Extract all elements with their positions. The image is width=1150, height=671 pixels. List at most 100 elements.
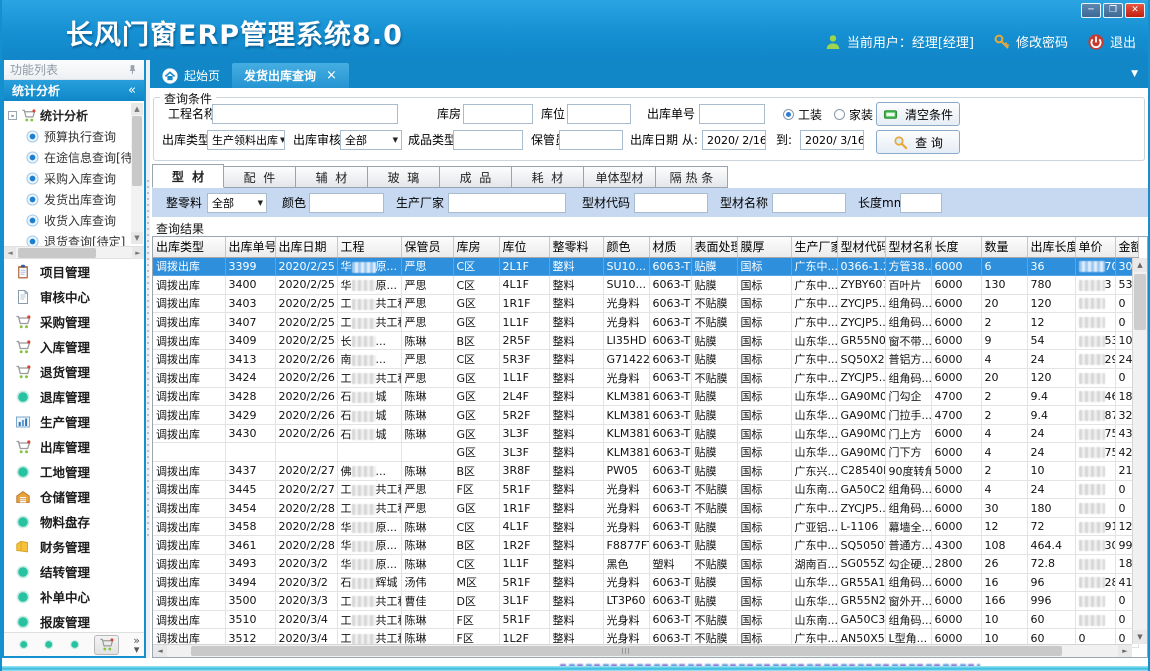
column-header[interactable]: 生产厂家 bbox=[791, 237, 837, 257]
table-row[interactable]: 调拨出库34282020/2/26石城陈琳G区2L4F整料KLM38176063… bbox=[153, 387, 1138, 406]
table-row[interactable]: 调拨出库34582020/2/28华原...陈琳C区4L1F整料光身料6063-… bbox=[153, 517, 1138, 536]
table-horizontal-scrollbar[interactable]: ◄ ► bbox=[153, 644, 1132, 657]
column-header[interactable]: 表面处理 bbox=[691, 237, 737, 257]
sidebar-item-财务管理[interactable]: 财务管理 bbox=[4, 534, 144, 559]
column-header[interactable]: 工程 bbox=[337, 237, 401, 257]
clear-conditions-button[interactable]: 清空条件 bbox=[876, 102, 960, 126]
tree-item[interactable]: 采购入库查询 bbox=[6, 168, 130, 189]
project-name-input[interactable] bbox=[212, 104, 398, 124]
material-tab[interactable]: 配 件 bbox=[224, 166, 296, 188]
profile-code-input[interactable] bbox=[634, 193, 708, 213]
more-buttons-chevron[interactable]: »▾ bbox=[133, 636, 140, 654]
column-header[interactable]: 长度 bbox=[931, 237, 981, 257]
sidebar-item-结转管理[interactable]: 结转管理 bbox=[4, 559, 144, 584]
material-tab[interactable]: 辅 材 bbox=[296, 166, 368, 188]
scroll-left-icon[interactable]: ◄ bbox=[153, 645, 167, 657]
scroll-up-icon[interactable]: ▲ bbox=[131, 103, 143, 115]
sidebar-item-采购管理[interactable]: 采购管理 bbox=[4, 309, 144, 334]
tree-horizontal-scrollbar[interactable]: ◄ ► bbox=[4, 247, 144, 259]
pushpin-icon[interactable] bbox=[127, 64, 138, 75]
tree-item[interactable]: 预算执行查询 bbox=[6, 126, 130, 147]
column-header[interactable]: 金额 bbox=[1115, 237, 1138, 257]
sidebar-item-退库管理[interactable]: 退库管理 bbox=[4, 384, 144, 409]
tree-vertical-scrollbar[interactable]: ▲ ▼ bbox=[131, 103, 143, 244]
table-row[interactable]: 调拨出库35002020/3/3工共工程曹佳D区3L1F整料LT3P606063… bbox=[153, 592, 1138, 611]
sidebar-item-出库管理[interactable]: 出库管理 bbox=[4, 434, 144, 459]
column-header[interactable]: 膜厚 bbox=[737, 237, 791, 257]
minimize-button[interactable]: ─ bbox=[1081, 3, 1101, 18]
sidebar-item-仓储管理[interactable]: 仓储管理 bbox=[4, 484, 144, 509]
table-row[interactable]: 调拨出库34002020/2/25华原...严思C区4L1F整料SU10...6… bbox=[153, 276, 1138, 295]
table-vertical-scrollbar[interactable]: ▲ ▼ bbox=[1132, 258, 1147, 644]
material-tab[interactable]: 耗 材 bbox=[512, 166, 584, 188]
whole-part-select[interactable]: 全部▼ bbox=[207, 193, 267, 213]
table-row[interactable]: 调拨出库35102020/3/4工共工程陈琳F区5R1F整料光身料6063-T5… bbox=[153, 610, 1138, 629]
sidebar-item-退货管理[interactable]: 退货管理 bbox=[4, 359, 144, 384]
table-row[interactable]: 调拨出库34242020/2/26工共工程严思G区1L1F整料光身料6063-T… bbox=[153, 369, 1138, 388]
material-tab[interactable]: 玻 璃 bbox=[368, 166, 440, 188]
column-header[interactable]: 出库长度 bbox=[1027, 237, 1075, 257]
sidebar-splitter[interactable] bbox=[146, 60, 150, 658]
tree-item[interactable]: 发货出库查询 bbox=[6, 189, 130, 210]
tree-item[interactable]: 收货入库查询 bbox=[6, 210, 130, 231]
column-header[interactable]: 出库日期 bbox=[275, 237, 337, 257]
close-button[interactable]: ✕ bbox=[1125, 3, 1145, 18]
scroll-thumb[interactable] bbox=[18, 248, 96, 258]
column-header[interactable]: 出库类型 bbox=[153, 237, 225, 257]
radio-jiazhuang[interactable]: 家装 bbox=[834, 104, 873, 124]
table-row[interactable]: 调拨出库34942020/3/2石辉城汤伟M区5R1F整料光身料6063-T5贴… bbox=[153, 573, 1138, 592]
location-input[interactable] bbox=[567, 104, 631, 124]
column-header[interactable]: 库位 bbox=[499, 237, 549, 257]
sidebar-item-审核中心[interactable]: 审核中心 bbox=[4, 284, 144, 309]
stat-group-header[interactable]: 统计分析 « bbox=[4, 80, 144, 101]
tree-expander-icon[interactable]: - bbox=[8, 111, 17, 120]
circle-icon[interactable] bbox=[69, 637, 80, 652]
scroll-thumb[interactable] bbox=[132, 116, 142, 186]
scroll-left-icon[interactable]: ◄ bbox=[4, 247, 16, 259]
table-row[interactable]: 调拨出库34452020/2/27工共工程严思F区5R1F整料光身料6063-T… bbox=[153, 480, 1138, 499]
table-row[interactable]: 调拨出库34542020/2/28工共工程严思G区1R1F整料光身料6063-T… bbox=[153, 499, 1138, 518]
column-header[interactable]: 材质 bbox=[649, 237, 691, 257]
table-row[interactable]: 调拨出库33992020/2/25华原...严思C区2L1F整料SU10...6… bbox=[153, 257, 1138, 276]
tree-item[interactable]: 退货查询[待定] bbox=[6, 231, 130, 247]
column-header[interactable]: 数量 bbox=[981, 237, 1027, 257]
radio-gongzhuang[interactable]: 工装 bbox=[783, 104, 822, 124]
audit-select[interactable]: 全部▼ bbox=[340, 130, 402, 150]
table-row[interactable]: 调拨出库34092020/2/25长...陈琳B区2R5F整料LI35HD606… bbox=[153, 331, 1138, 350]
tab-shipping-outbound-query[interactable]: 发货出库查询 × bbox=[232, 63, 349, 88]
date-from-picker[interactable]: 2020/ 2/16▼ bbox=[702, 130, 766, 150]
sidebar-item-生产管理[interactable]: 生产管理 bbox=[4, 409, 144, 434]
column-header[interactable]: 型材名称 bbox=[885, 237, 931, 257]
collapse-icon[interactable]: « bbox=[128, 83, 136, 98]
product-type-input[interactable] bbox=[453, 130, 523, 150]
scroll-right-icon[interactable]: ► bbox=[1118, 645, 1132, 657]
tab-list-dropdown-icon[interactable]: ▼ bbox=[1131, 69, 1138, 79]
sidebar-item-物料盘存[interactable]: 物料盘存 bbox=[4, 509, 144, 534]
color-input[interactable] bbox=[309, 193, 384, 213]
sidebar-item-项目管理[interactable]: 项目管理 bbox=[4, 259, 144, 284]
column-header[interactable]: 颜色 bbox=[603, 237, 649, 257]
column-header[interactable]: 库房 bbox=[453, 237, 499, 257]
manufacturer-input[interactable] bbox=[448, 193, 566, 213]
tree-item[interactable]: 在途信息查询[待 bbox=[6, 147, 130, 168]
table-row[interactable]: 调拨出库34132020/2/26南...严思C区5R3F整料G71422606… bbox=[153, 350, 1138, 369]
circle-icon[interactable] bbox=[43, 637, 54, 652]
table-row[interactable]: G区3L3F整料KLM38176063-T5贴膜国标山东华...GA90M09.… bbox=[153, 443, 1138, 462]
material-tab[interactable]: 型 材 bbox=[152, 164, 224, 188]
column-header[interactable]: 单价 bbox=[1075, 237, 1115, 257]
sidebar-item-报废管理[interactable]: 报废管理 bbox=[4, 609, 144, 632]
table-row[interactable]: 调拨出库34032020/2/25工共工程严思G区1R1F整料光身料6063-T… bbox=[153, 294, 1138, 313]
column-header[interactable]: 出库单号 bbox=[225, 237, 275, 257]
order-no-input[interactable] bbox=[699, 104, 765, 124]
tab-close-icon[interactable]: × bbox=[326, 68, 337, 83]
sidebar-item-入库管理[interactable]: 入库管理 bbox=[4, 334, 144, 359]
warehouse-input[interactable] bbox=[463, 104, 533, 124]
column-header[interactable]: 整零料 bbox=[549, 237, 603, 257]
keeper-input[interactable] bbox=[559, 130, 623, 150]
date-to-picker[interactable]: 2020/ 3/16▼ bbox=[800, 130, 864, 150]
length-input[interactable] bbox=[900, 193, 942, 213]
table-row[interactable]: 调拨出库34372020/2/27佛...陈琳B区3R8F整料PW056063-… bbox=[153, 462, 1138, 481]
circle-icon[interactable] bbox=[18, 637, 29, 652]
column-header[interactable]: 保管员 bbox=[401, 237, 453, 257]
sidebar-item-工地管理[interactable]: 工地管理 bbox=[4, 459, 144, 484]
